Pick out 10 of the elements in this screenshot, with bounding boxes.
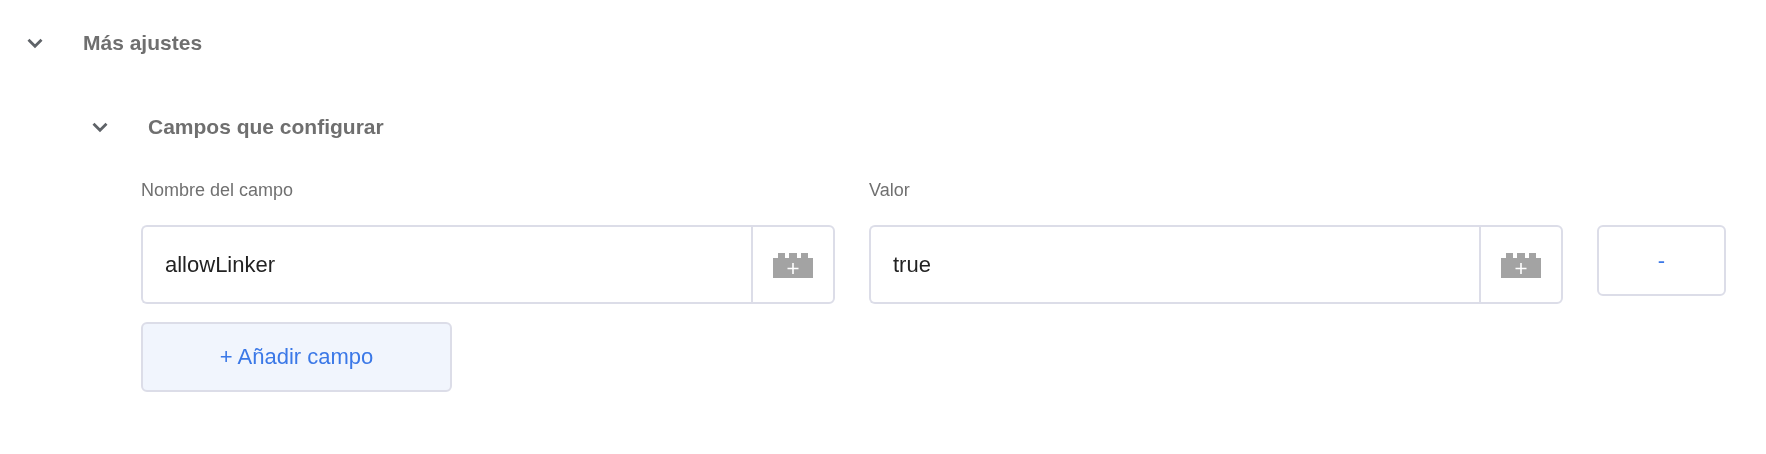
column-label: Valor	[869, 180, 910, 201]
add-field-button[interactable]: + Añadir campo	[141, 322, 452, 392]
section-title: Más ajustes	[83, 31, 203, 55]
add-variable-icon	[773, 251, 813, 278]
remove-button[interactable]: -	[1597, 225, 1726, 296]
value-input[interactable]: true	[869, 225, 1479, 304]
subsection-title: Campos que configurar	[148, 115, 384, 139]
add-variable-icon	[1501, 251, 1541, 278]
column-label: Nombre del campo	[141, 180, 294, 201]
field-name-input[interactable]: allowLinker	[141, 225, 751, 304]
